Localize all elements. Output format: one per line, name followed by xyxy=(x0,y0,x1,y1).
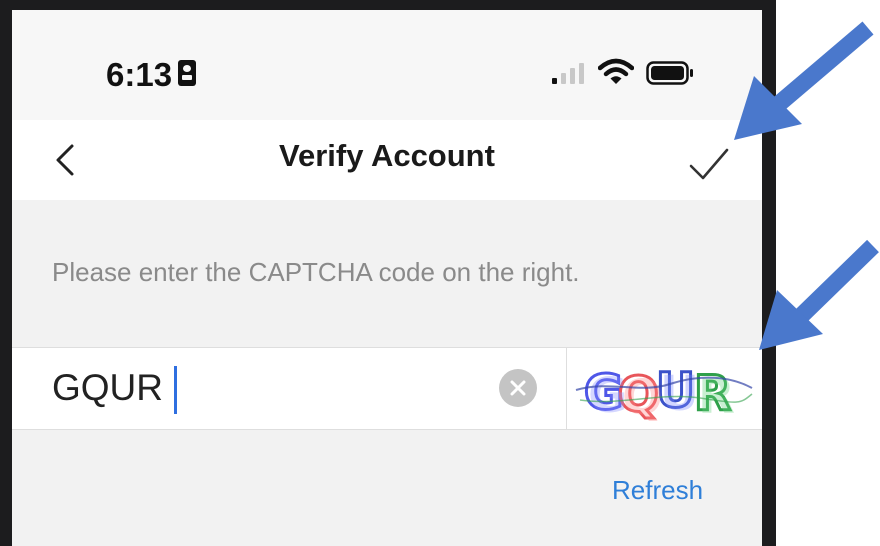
captcha-divider xyxy=(566,348,567,429)
status-time: 6:13 xyxy=(106,56,173,93)
phone-screen: 6:13 Verify Account Please enter the CAP… xyxy=(12,10,762,546)
cellular-signal-icon xyxy=(552,63,584,84)
captcha-image[interactable]: G Q U R G Q U R xyxy=(570,354,756,424)
captcha-input-row: G Q U R G Q U R xyxy=(12,347,762,430)
captcha-code-input[interactable] xyxy=(52,362,492,414)
confirm-checkmark-icon[interactable] xyxy=(688,144,730,184)
captcha-instruction: Please enter the CAPTCHA code on the rig… xyxy=(52,257,580,287)
contact-card-icon xyxy=(178,60,196,86)
battery-icon xyxy=(646,61,693,85)
device-frame-left xyxy=(0,0,12,546)
annotation-arrow-icon xyxy=(734,21,874,140)
close-icon xyxy=(510,380,526,396)
wifi-icon xyxy=(598,58,634,84)
text-cursor xyxy=(174,366,177,414)
svg-text:U: U xyxy=(660,366,699,422)
page-title: Verify Account xyxy=(279,138,495,173)
annotation-arrow-icon-2 xyxy=(759,239,879,350)
refresh-captcha-link[interactable]: Refresh xyxy=(612,475,703,506)
status-bar: 6:13 xyxy=(12,10,762,120)
navigation-bar: Verify Account xyxy=(12,120,762,200)
device-frame-top xyxy=(0,0,776,10)
clear-input-button[interactable] xyxy=(499,369,537,407)
